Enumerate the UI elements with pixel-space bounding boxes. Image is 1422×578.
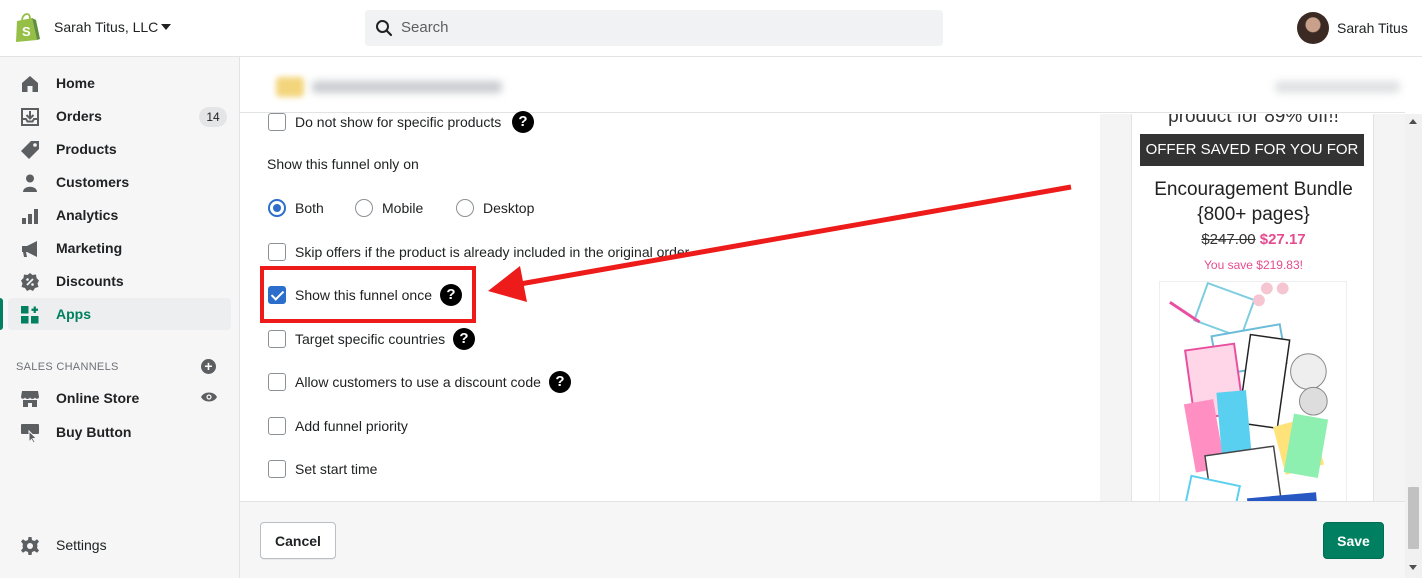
megaphone-icon: [22, 241, 37, 257]
action-footer: Cancel Save: [240, 501, 1405, 578]
bar-chart-icon: [22, 209, 38, 224]
checkbox[interactable]: [268, 243, 286, 261]
sidebar-item-label: Apps: [56, 306, 91, 322]
radio-desktop[interactable]: [456, 199, 474, 217]
offer-banner: OFFER SAVED FOR YOU FOR: [1140, 134, 1364, 166]
save-button[interactable]: Save: [1323, 522, 1384, 559]
sidebar-item-label: Settings: [56, 537, 107, 553]
help-icon[interactable]: ?: [512, 111, 534, 133]
radio-both[interactable]: [268, 199, 286, 217]
checkbox[interactable]: [268, 460, 286, 478]
discount-icon: [21, 273, 39, 291]
sales-channels-title: SALES CHANNELS: [16, 361, 119, 373]
avatar[interactable]: [1297, 12, 1329, 44]
store-icon: [21, 391, 39, 407]
sidebar-item-label: Buy Button: [56, 424, 132, 440]
sidebar-item-analytics[interactable]: Analytics: [8, 199, 231, 231]
shopify-logo-icon[interactable]: S: [14, 13, 40, 43]
add-channel-button[interactable]: +: [201, 359, 216, 374]
top-bar: S Sarah Titus, LLC Search Sarah Titus: [0, 0, 1422, 57]
savings-text: You save $219.83!: [1204, 258, 1303, 272]
sidebar: Home Orders 14 Products Customers Analyt…: [0, 57, 240, 578]
apps-icon: [21, 306, 39, 324]
main-content: Do not show for specific products ? Show…: [240, 57, 1422, 578]
sidebar-item-label: Customers: [56, 174, 130, 190]
chevron-down-icon[interactable]: [161, 24, 171, 30]
orders-icon: [21, 108, 39, 126]
svg-text:S: S: [22, 24, 31, 39]
show-only-on-label: Show this funnel only on: [267, 156, 419, 172]
device-radio-group: Both Mobile Desktop: [268, 199, 568, 219]
checkbox[interactable]: [268, 373, 286, 391]
blurred-page-header: [240, 57, 1405, 113]
orders-count-badge: 14: [199, 107, 227, 127]
product-title: Encouragement Bundle {800+ pages}: [1154, 179, 1353, 225]
search-bar[interactable]: Search: [365, 10, 943, 46]
offer-preview: product for 89% off!! OFFER SAVED FOR YO…: [1131, 114, 1374, 560]
sidebar-item-products[interactable]: Products: [8, 133, 231, 165]
scrollbar-thumb[interactable]: [1408, 487, 1419, 549]
old-price: $247.00: [1201, 231, 1256, 248]
sidebar-item-home[interactable]: Home: [8, 67, 231, 99]
sidebar-item-label: Products: [56, 141, 117, 157]
help-icon[interactable]: ?: [549, 371, 571, 393]
sidebar-item-label: Online Store: [56, 390, 140, 406]
search-icon: [376, 20, 393, 37]
person-icon: [23, 174, 37, 192]
home-icon: [22, 76, 38, 92]
sidebar-item-marketing[interactable]: Marketing: [8, 232, 231, 264]
sidebar-item-apps[interactable]: Apps: [0, 298, 231, 330]
store-name[interactable]: Sarah Titus, LLC: [54, 19, 158, 35]
buy-button-icon: [21, 424, 39, 443]
scroll-down-arrow[interactable]: [1409, 565, 1417, 570]
scroll-up-arrow[interactable]: [1409, 119, 1417, 124]
sidebar-item-label: Orders: [56, 108, 102, 124]
active-indicator: [0, 298, 3, 330]
sidebar-item-label: Home: [56, 75, 95, 91]
user-name[interactable]: Sarah Titus: [1337, 20, 1408, 36]
sidebar-item-label: Discounts: [56, 273, 124, 289]
sidebar-item-online-store[interactable]: Online Store: [8, 382, 231, 414]
annotation-highlight-box: [260, 266, 476, 323]
eye-icon[interactable]: [201, 391, 217, 403]
sidebar-item-customers[interactable]: Customers: [8, 166, 231, 198]
checkbox[interactable]: [268, 330, 286, 348]
sidebar-item-label: Analytics: [56, 207, 119, 223]
checkbox[interactable]: [268, 417, 286, 435]
checkbox[interactable]: [268, 113, 286, 131]
radio-mobile[interactable]: [355, 199, 373, 217]
sidebar-item-buy-button[interactable]: Buy Button: [8, 416, 231, 448]
sidebar-item-settings[interactable]: Settings: [8, 529, 231, 561]
gear-icon: [21, 537, 39, 555]
sidebar-item-orders[interactable]: Orders 14: [8, 100, 231, 132]
sidebar-item-discounts[interactable]: Discounts: [8, 265, 231, 297]
search-input[interactable]: Search: [401, 19, 449, 36]
new-price: $27.17: [1259, 231, 1306, 248]
preview-top-text: product for 89% off!!: [1168, 114, 1339, 127]
price-line: $247.00 $27.17: [1132, 231, 1373, 248]
sidebar-item-label: Marketing: [56, 240, 123, 256]
tag-icon: [21, 141, 39, 159]
cancel-button[interactable]: Cancel: [260, 522, 336, 559]
help-icon[interactable]: ?: [453, 328, 475, 350]
